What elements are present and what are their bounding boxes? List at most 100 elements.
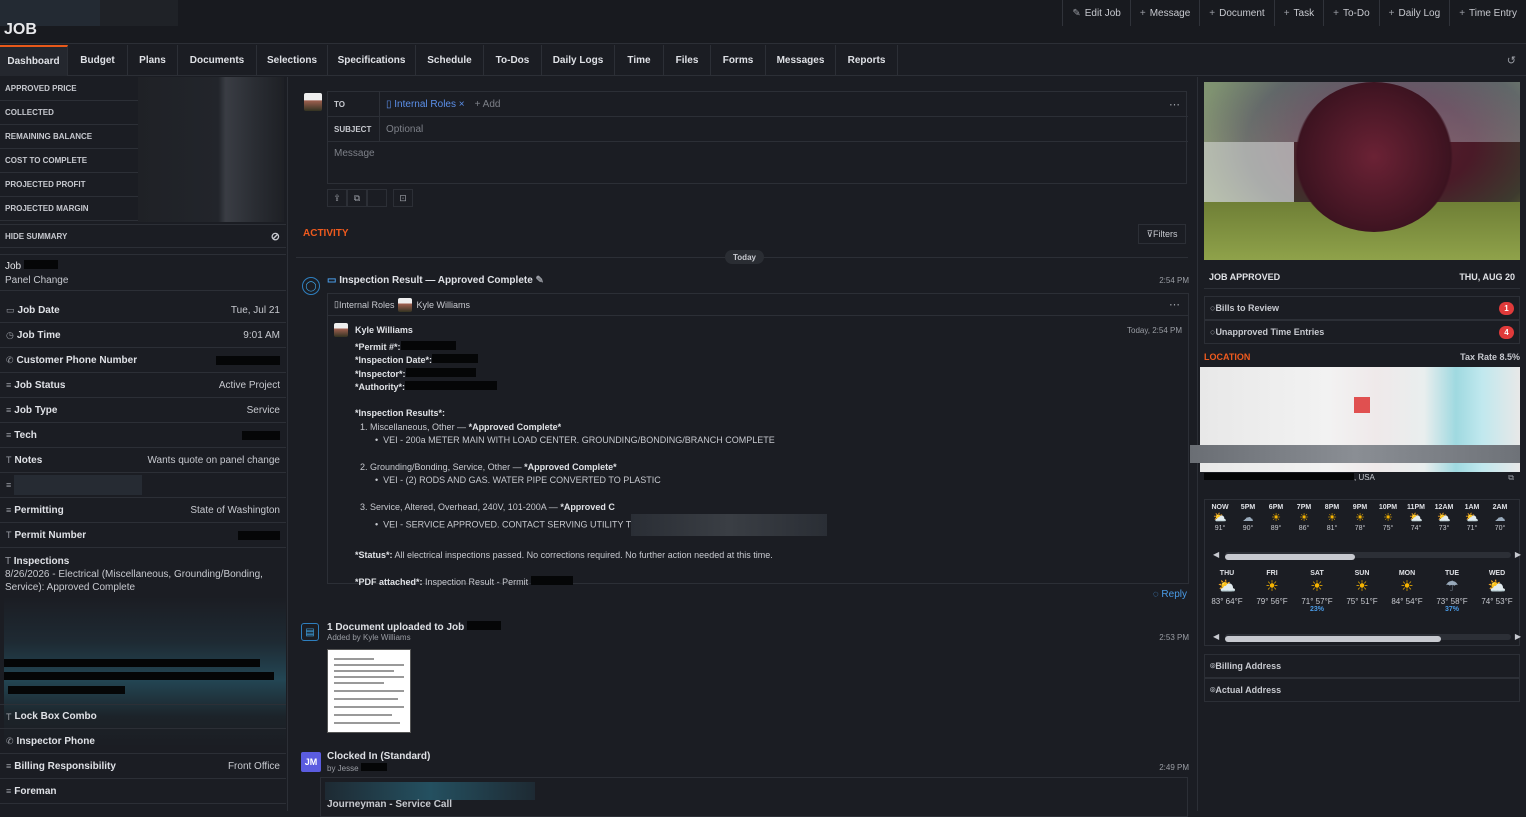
hide-summary-toggle[interactable]: HIDE SUMMARY ⊘ bbox=[0, 224, 286, 248]
document-icon: ▤ bbox=[301, 623, 319, 641]
edit-job-button[interactable]: ✎ Edit Job bbox=[1062, 0, 1130, 26]
field-billing-responsibility[interactable]: ≡ Billing Responsibility Front Office bbox=[0, 754, 286, 779]
redacted-region bbox=[8, 686, 125, 694]
message-input[interactable]: Message bbox=[328, 142, 1186, 183]
weather-widget: NOW ⛅ 91° 5PM ☁ 90° 6PM ☀ 89° 7PM ☀ 86° 8PM ☀ 81° 9PM ☀ 7… bbox=[1204, 499, 1521, 646]
tab-selections[interactable]: Selections bbox=[257, 45, 328, 76]
add-time-entry-button[interactable]: + Time Entry bbox=[1449, 0, 1526, 26]
more-icon[interactable]: ⋯ bbox=[1169, 98, 1180, 111]
tab-reports[interactable]: Reports bbox=[836, 45, 898, 76]
recipient-chip[interactable]: ▯ Internal Roles × bbox=[386, 99, 465, 110]
copy-icon[interactable]: ⧉ bbox=[347, 189, 367, 207]
temperature-range: 84° 54°F bbox=[1391, 597, 1423, 606]
day-label: FRI bbox=[1266, 570, 1278, 577]
daily-scrollbar[interactable]: ◀ ▶ bbox=[1213, 632, 1521, 642]
page-title: JOB bbox=[4, 21, 37, 34]
add-daily-log-button[interactable]: + Daily Log bbox=[1378, 0, 1450, 26]
phone-icon: ✆ bbox=[6, 354, 14, 365]
filters-button[interactable]: ⊽ Filters bbox=[1138, 224, 1186, 244]
temperature: 71° bbox=[1466, 525, 1478, 532]
plus-icon: + bbox=[1209, 7, 1216, 19]
blank-tool[interactable] bbox=[367, 189, 387, 207]
field-tech[interactable]: ≡ Tech bbox=[0, 423, 286, 448]
hourly-item: 12AM ⛅ 73° bbox=[1431, 504, 1457, 532]
temperature: 90° bbox=[1242, 525, 1254, 532]
bills-to-review[interactable]: ○ Bills to Review 1 bbox=[1204, 296, 1520, 320]
redacted-region bbox=[216, 355, 280, 365]
eye-off-icon: ⊘ bbox=[270, 231, 280, 243]
tab-forms[interactable]: Forms bbox=[711, 45, 766, 76]
tab-documents[interactable]: Documents bbox=[178, 45, 257, 76]
field-notes[interactable]: T Notes Wants quote on panel change bbox=[0, 448, 286, 473]
composer-toolbar: ⇪ ⧉ ⊡ bbox=[327, 189, 413, 207]
field-inspector-phone[interactable]: ✆ Inspector Phone bbox=[0, 729, 286, 754]
copy-icon[interactable]: ⧉ bbox=[1508, 473, 1514, 483]
top-bar: JOB ✎ Edit Job + Message + Document + Task +… bbox=[0, 0, 1526, 44]
sun-icon: ☀ bbox=[1355, 512, 1365, 524]
add-task-button[interactable]: + Task bbox=[1273, 0, 1323, 26]
scroll-left-icon[interactable]: ◀ bbox=[1213, 550, 1219, 559]
field-lock-box-combo[interactable]: T Lock Box Combo bbox=[0, 704, 286, 729]
list-icon: ≡ bbox=[6, 505, 12, 515]
field-blurred: ≡ bbox=[0, 473, 286, 498]
scroll-left-icon[interactable]: ◀ bbox=[1213, 632, 1219, 641]
actual-address[interactable]: ⌾ Actual Address bbox=[1204, 678, 1520, 702]
phone-icon: ✆ bbox=[6, 735, 14, 746]
remove-icon[interactable]: × bbox=[456, 99, 465, 110]
hourly-scrollbar[interactable]: ◀ ▶ bbox=[1213, 550, 1521, 560]
event-title[interactable]: ▭ Inspection Result — Approved Complete … bbox=[327, 275, 544, 286]
more-icon[interactable]: ⋯ bbox=[1169, 298, 1180, 311]
event-title[interactable]: Clocked In (Standard) bbox=[327, 751, 430, 762]
tab-schedule[interactable]: Schedule bbox=[416, 45, 484, 76]
document-thumbnail[interactable] bbox=[327, 649, 411, 733]
unapproved-time-entries[interactable]: ○ Unapproved Time Entries 4 bbox=[1204, 320, 1520, 344]
daily-item: FRI ☀ 79° 56°F bbox=[1252, 570, 1292, 606]
tab-messages[interactable]: Messages bbox=[766, 45, 836, 76]
redacted-region bbox=[14, 475, 143, 495]
tab-todos[interactable]: To-Dos bbox=[484, 45, 542, 76]
tab-daily-logs[interactable]: Daily Logs bbox=[542, 45, 615, 76]
field-customer-phone[interactable]: ✆ Customer Phone Number bbox=[0, 348, 286, 373]
history-icon[interactable]: ↺ bbox=[1507, 54, 1516, 67]
add-document-button[interactable]: + Document bbox=[1199, 0, 1273, 26]
scroll-right-icon[interactable]: ▶ bbox=[1515, 632, 1521, 641]
upload-icon[interactable]: ⇪ bbox=[327, 189, 347, 207]
field-permit-number[interactable]: T Permit Number bbox=[0, 523, 286, 548]
add-message-button[interactable]: + Message bbox=[1129, 0, 1199, 26]
hour-label: 7PM bbox=[1296, 504, 1312, 511]
tab-files[interactable]: Files bbox=[664, 45, 711, 76]
field-job-status[interactable]: ≡ Job Status Active Project bbox=[0, 373, 286, 398]
message-body: *Permit #*: *Inspection Date*: *Inspecto… bbox=[355, 341, 828, 589]
location-map[interactable] bbox=[1190, 367, 1520, 472]
list-icon: ≡ bbox=[6, 430, 12, 440]
edit-icon[interactable]: ✎ bbox=[533, 275, 544, 286]
tab-time[interactable]: Time bbox=[615, 45, 664, 76]
billing-address[interactable]: ⌾ Billing Address bbox=[1204, 654, 1520, 678]
field-foreman[interactable]: ≡ Foreman bbox=[0, 779, 286, 804]
tab-dashboard[interactable]: Dashboard bbox=[0, 45, 68, 76]
today-badge: Today bbox=[725, 250, 764, 264]
reply-button[interactable]: ◌ Reply bbox=[1153, 589, 1187, 600]
tab-budget[interactable]: Budget bbox=[68, 45, 128, 76]
field-inspections[interactable]: T Inspections 8/26/2026 - Electrical (Mi… bbox=[0, 549, 286, 600]
tab-plans[interactable]: Plans bbox=[128, 45, 178, 76]
daily-item: WED ⛅ 74° 53°F bbox=[1477, 570, 1517, 606]
temperature-range: 79° 56°F bbox=[1256, 597, 1288, 606]
field-permitting[interactable]: ≡ Permitting State of Washington bbox=[0, 498, 286, 523]
field-job-date[interactable]: ▭ Job Date Tue, Jul 21 bbox=[0, 298, 286, 323]
lock-icon[interactable]: ⊡ bbox=[393, 189, 413, 207]
avatar: JM bbox=[301, 752, 321, 772]
event-title[interactable]: 1 Document uploaded to Job bbox=[327, 621, 502, 633]
subject-input[interactable]: Optional bbox=[386, 124, 423, 135]
list-icon: ≡ bbox=[6, 786, 12, 796]
summary-row: PROJECTED MARGIN bbox=[0, 197, 138, 221]
tab-specifications[interactable]: Specifications bbox=[328, 45, 416, 76]
add-todo-button[interactable]: + To-Do bbox=[1323, 0, 1379, 26]
field-job-time[interactable]: ◷ Job Time 9:01 AM bbox=[0, 323, 286, 348]
field-job-type[interactable]: ≡ Job Type Service bbox=[0, 398, 286, 423]
hourly-item: 6PM ☀ 89° bbox=[1263, 504, 1289, 532]
add-recipient-button[interactable]: + Add bbox=[475, 99, 501, 110]
subject-row: SUBJECT Optional bbox=[328, 116, 1188, 142]
job-photo[interactable] bbox=[1204, 82, 1520, 260]
scroll-right-icon[interactable]: ▶ bbox=[1515, 550, 1521, 559]
